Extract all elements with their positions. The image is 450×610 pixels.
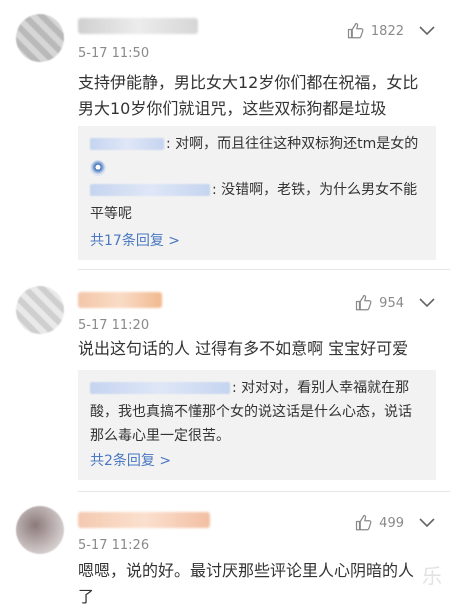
replies-box: : 对啊，而且往往这种双标狗还tm是女的 : 没错啊，老铁，为什么男女不能平等呢… xyxy=(78,126,436,260)
thumbs-up-icon xyxy=(356,294,372,311)
like-count: 1822 xyxy=(370,23,404,39)
reply-username-blurred[interactable] xyxy=(90,138,164,150)
reply-1[interactable]: : 对啊，而且往往这种双标狗还tm是女的 xyxy=(90,132,420,180)
reply-2[interactable]: : 没错啊，老铁，为什么男女不能平等呢 xyxy=(90,178,420,226)
avatar[interactable] xyxy=(16,506,64,554)
divider xyxy=(78,491,450,492)
thumbs-up-icon xyxy=(347,22,364,39)
comment-3: 5-17 11:26 499 嗯嗯，说的好。最讨厌那些评论里人心阴暗的人了 xyxy=(0,494,450,606)
comment-text: 支持伊能静，男比女大12岁你们都在祝福，女比男大10岁你们就诅咒，这些双标狗都是… xyxy=(78,73,419,118)
like-count: 954 xyxy=(379,295,404,311)
reply-username-blurred[interactable] xyxy=(90,184,210,196)
comment-time: 5-17 11:20 xyxy=(78,318,150,333)
reply-username-blurred[interactable] xyxy=(90,382,230,394)
more-options-button[interactable] xyxy=(418,24,436,38)
chevron-down-icon xyxy=(419,298,435,308)
view-replies-link[interactable]: 共17条回复 > xyxy=(90,230,180,250)
avatar-emoji-icon xyxy=(90,160,106,176)
watermark: 乐 xyxy=(422,564,442,588)
avatar[interactable] xyxy=(16,14,64,62)
comment-text: 嗯嗯，说的好。最讨厌那些评论里人心阴暗的人了 xyxy=(78,561,415,606)
thumbs-up-icon xyxy=(356,514,372,531)
more-options-button[interactable] xyxy=(418,518,436,532)
view-replies-link[interactable]: 共2条回复 > xyxy=(90,450,171,470)
comment-1: 5-17 11:50 1822 支持伊能静，男比女大12岁你们都在祝福，女比男大… xyxy=(0,0,450,270)
divider xyxy=(78,269,450,270)
replies-box: : 对对对，看别人幸福就在那酸，我也真搞不懂那个女的说这话是什么心态，说话那么毒… xyxy=(78,370,436,480)
like-button[interactable]: 1822 xyxy=(347,22,404,40)
username-blurred[interactable] xyxy=(78,512,210,528)
chevron-down-icon xyxy=(419,26,435,36)
like-button[interactable]: 499 xyxy=(355,514,404,532)
username-blurred[interactable] xyxy=(78,18,198,34)
like-button[interactable]: 954 xyxy=(355,294,404,312)
reply-1[interactable]: : 对对对，看别人幸福就在那酸，我也真搞不懂那个女的说这话是什么心态，说话那么毒… xyxy=(90,376,420,448)
username-blurred[interactable] xyxy=(78,292,162,308)
avatar[interactable] xyxy=(16,286,64,334)
like-count: 499 xyxy=(379,515,404,531)
reply-text: : 对啊，而且往往这种双标狗还tm是女的 xyxy=(166,136,419,152)
more-options-button[interactable] xyxy=(418,298,436,312)
comment-text: 说出这句话的人 过得有多不如意啊 宝宝好可爱 xyxy=(78,339,409,358)
comment-time: 5-17 11:26 xyxy=(78,538,150,553)
comment-time: 5-17 11:50 xyxy=(78,46,150,61)
chevron-down-icon xyxy=(419,518,435,528)
comment-2: 5-17 11:20 954 说出这句话的人 过得有多不如意啊 宝宝好可爱 : … xyxy=(0,272,450,492)
